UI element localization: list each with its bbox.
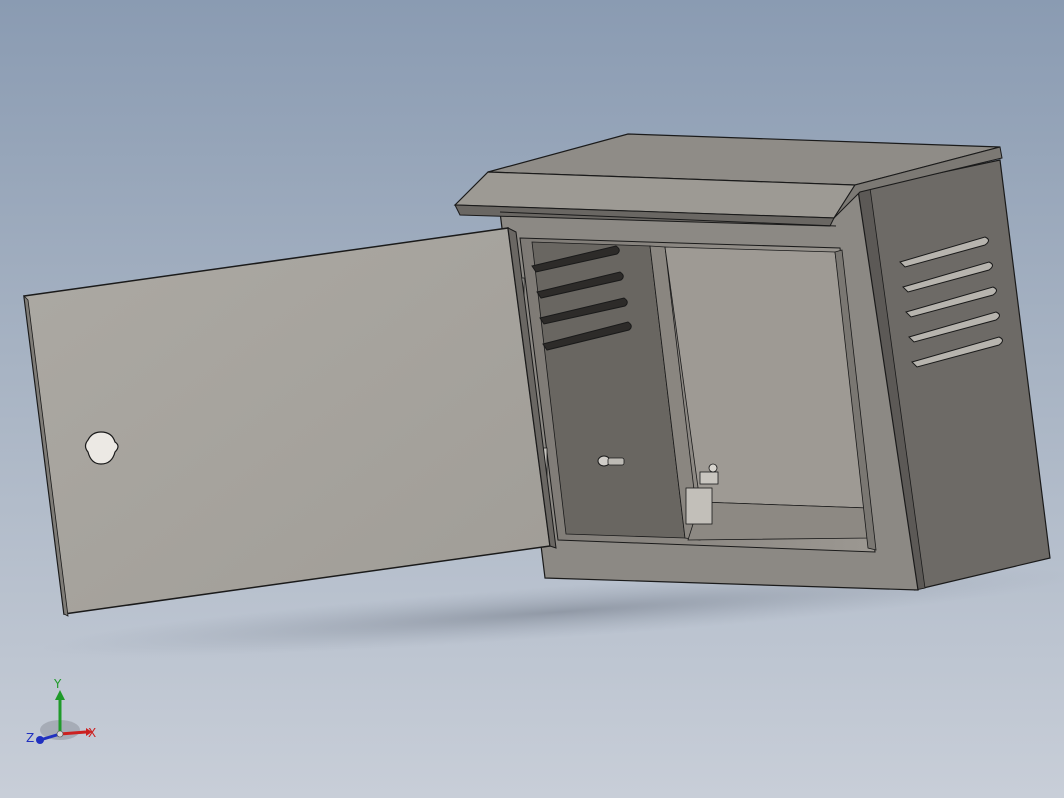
model-view[interactable]: [0, 0, 1064, 798]
z-axis-label: Z: [26, 731, 34, 745]
graphics-viewport[interactable]: X Y Z: [0, 0, 1064, 798]
x-axis-arrow-icon: [59, 730, 87, 736]
cabinet-door[interactable]: [23, 227, 557, 617]
z-axis-head-icon: [36, 736, 44, 744]
axis-triad[interactable]: X Y Z: [22, 676, 106, 752]
x-axis-label: X: [88, 726, 96, 740]
y-axis-label: Y: [53, 677, 62, 691]
y-axis-head-icon: [55, 690, 65, 700]
triad-origin-icon: [56, 730, 64, 738]
